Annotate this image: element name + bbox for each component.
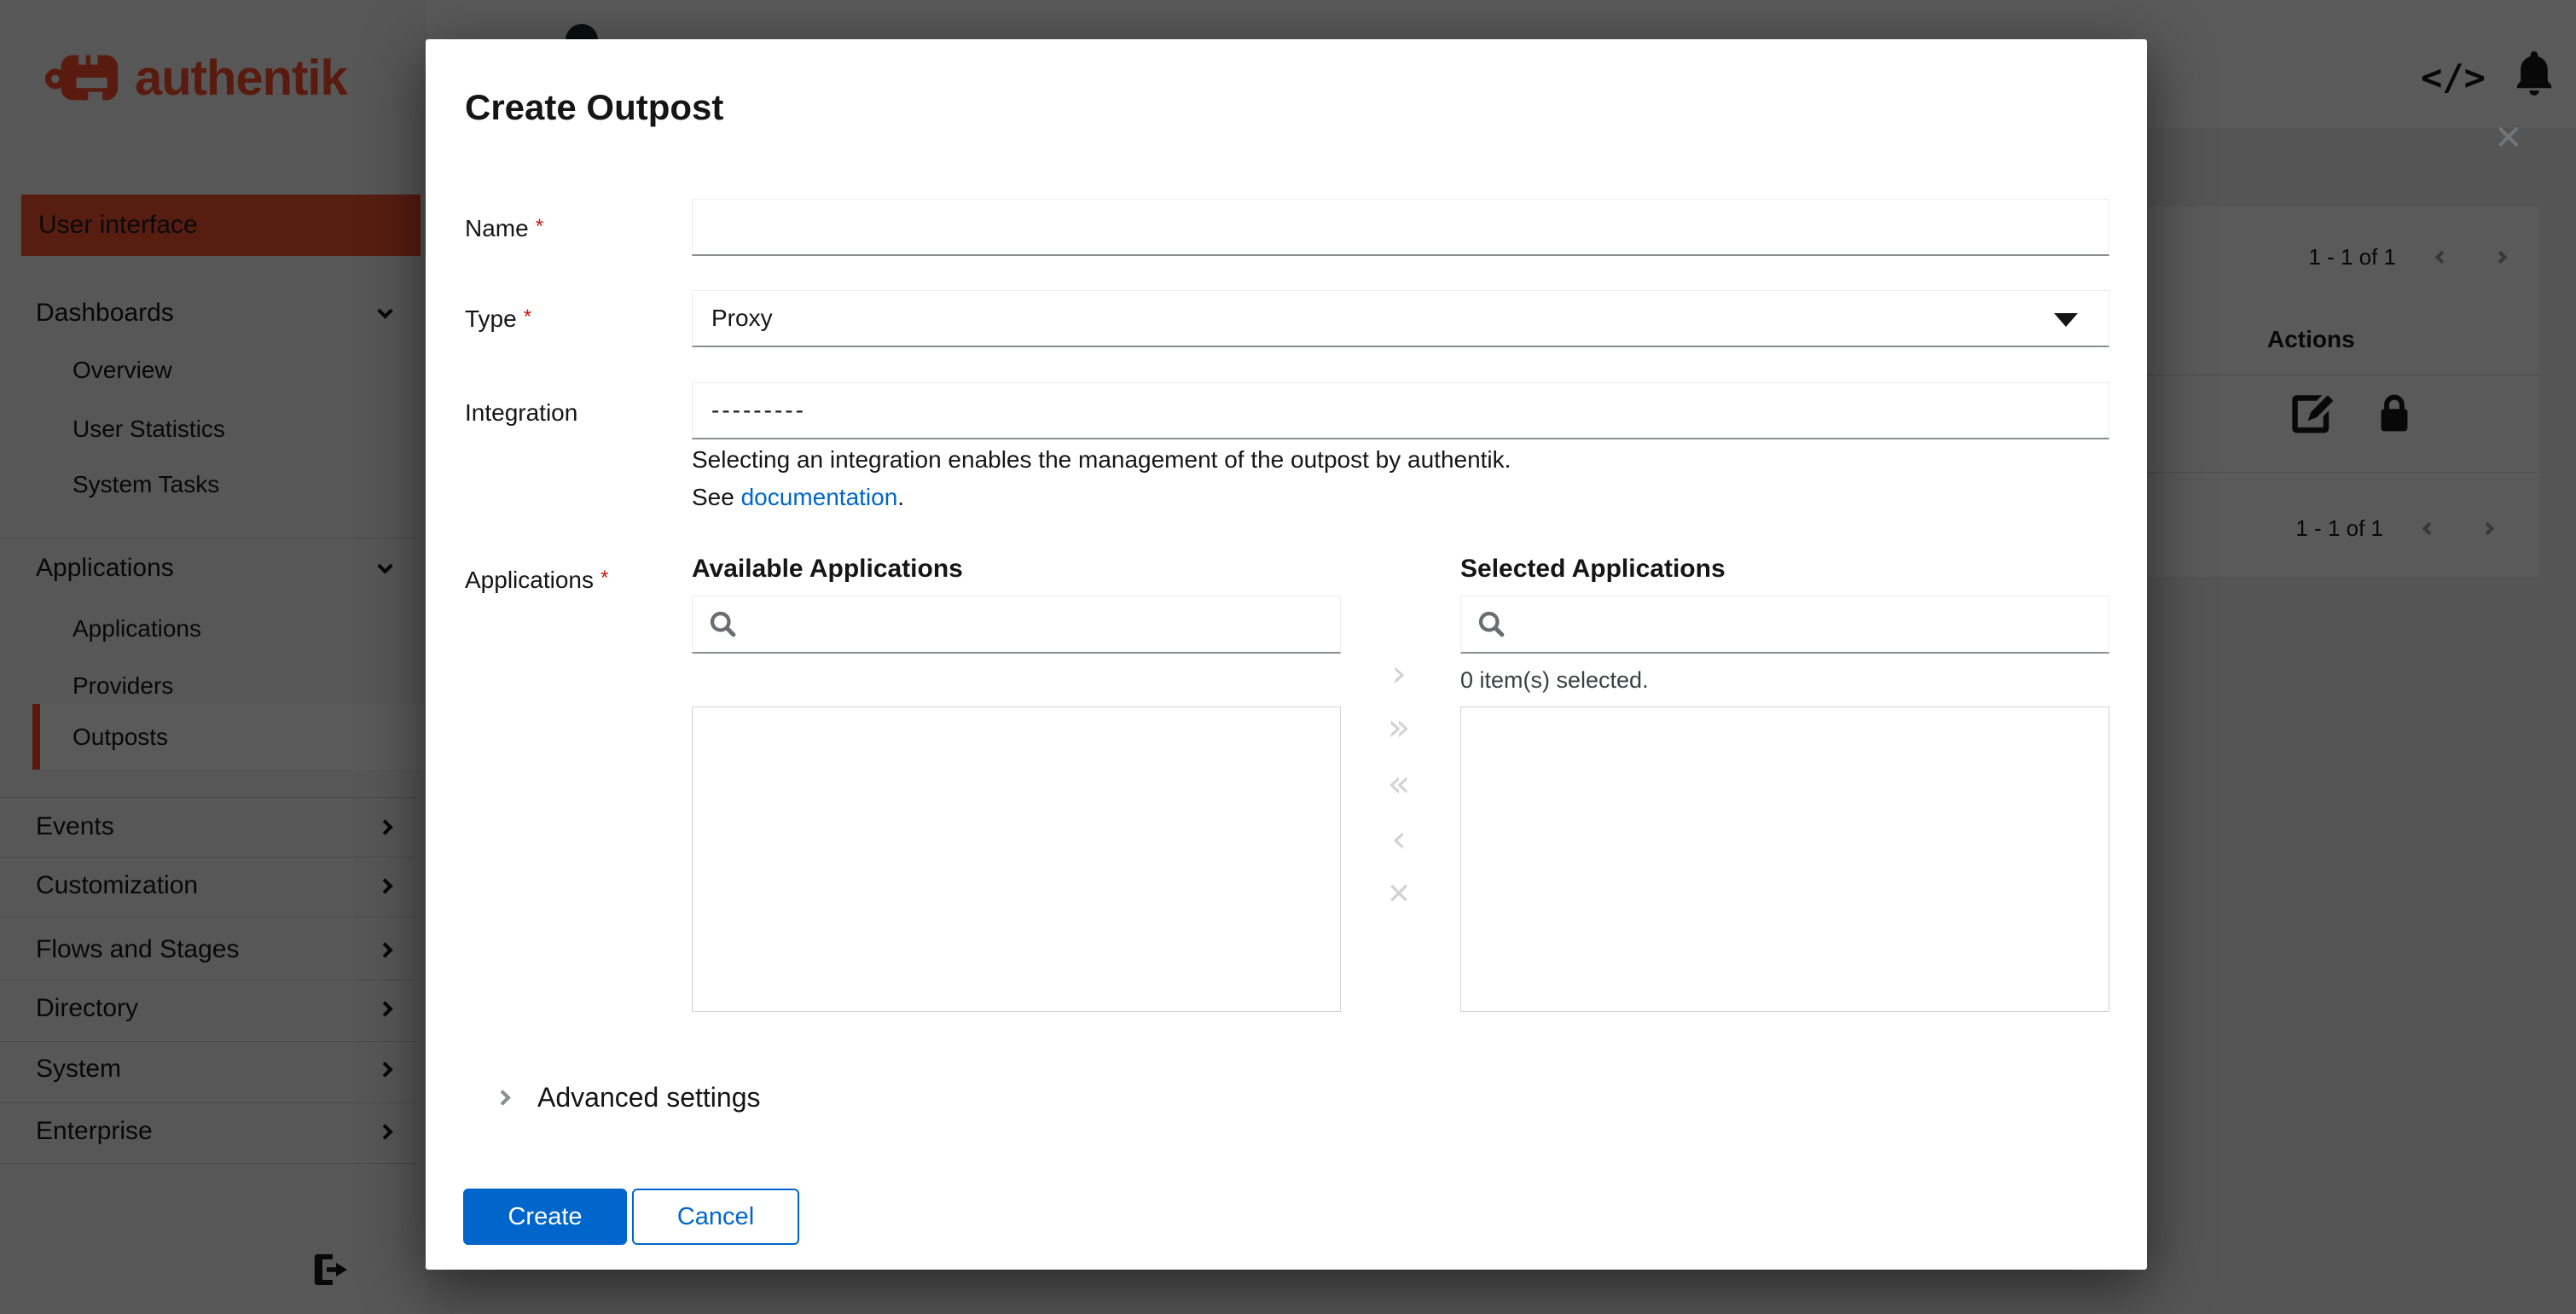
available-applications-title: Available Applications [692, 555, 963, 583]
selected-applications-list[interactable] [1460, 706, 2109, 1012]
type-select[interactable]: Proxy [692, 290, 2109, 347]
screen: authentik User interface Dashboards Over… [0, 0, 2576, 1314]
name-input[interactable] [692, 199, 2109, 256]
advanced-settings-toggle[interactable]: Advanced settings [495, 1082, 761, 1113]
name-label: Name * [465, 215, 544, 241]
create-button[interactable]: Create [463, 1189, 627, 1245]
available-search [692, 596, 1341, 654]
required-marker: * [600, 567, 609, 590]
documentation-link[interactable]: documentation [741, 484, 898, 510]
required-marker: * [535, 215, 544, 238]
cancel-button[interactable]: Cancel [632, 1189, 799, 1245]
modal-title: Create Outpost [465, 87, 724, 127]
available-applications-list[interactable] [692, 706, 1341, 1012]
remove-all-icon[interactable]: « [1388, 765, 1411, 803]
chevron-right-icon [495, 1090, 511, 1106]
integration-help-text: Selecting an integration enables the man… [692, 446, 1511, 473]
remove-selected-icon[interactable]: ‹ [1391, 821, 1407, 858]
search-icon [1477, 609, 1507, 640]
integration-label: Integration [465, 399, 578, 426]
close-icon[interactable]: ✕ [2494, 121, 2523, 155]
create-outpost-modal: Create Outpost ✕ Name * Type * Proxy Integ… [426, 39, 2523, 1270]
selected-search-input[interactable] [1519, 609, 2109, 639]
type-label: Type * [465, 305, 532, 332]
applications-label: Applications * [465, 567, 609, 593]
available-search-input[interactable] [751, 609, 1340, 639]
integration-select[interactable]: --------- [692, 382, 2109, 439]
clear-selection-icon[interactable]: ✕ [1387, 880, 1412, 909]
integration-help-see: See documentation. [692, 484, 905, 510]
advanced-settings-label: Advanced settings [537, 1082, 761, 1113]
select-caret-icon [2054, 313, 2078, 327]
selected-count: 0 item(s) selected. [1460, 667, 1649, 693]
selected-search [1460, 596, 2109, 654]
selected-applications-title: Selected Applications [1460, 555, 1726, 583]
required-marker: * [523, 305, 532, 328]
search-icon [708, 609, 739, 640]
add-all-icon[interactable]: » [1388, 709, 1411, 747]
add-selected-icon[interactable]: › [1391, 655, 1407, 693]
